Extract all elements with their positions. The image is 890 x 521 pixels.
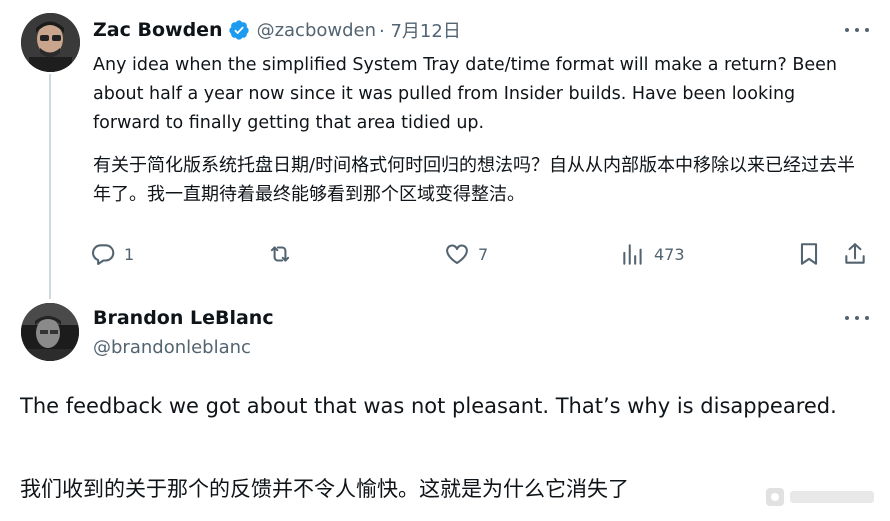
repost-button[interactable]	[267, 237, 301, 271]
watermark-icon	[766, 488, 874, 506]
reply-icon	[92, 244, 115, 265]
views-chart-icon	[623, 244, 642, 265]
tweet-timestamp[interactable]: · 7月12日	[379, 17, 461, 43]
author-handle[interactable]: @zacbowden	[257, 20, 376, 41]
tweet-translation: 我们收到的关于那个的反馈并不令人愉快。这就是为什么它消失了	[20, 477, 629, 501]
reply-count: 1	[124, 244, 135, 264]
author-name[interactable]: Brandon LeBlanc	[93, 307, 274, 329]
like-count: 7	[478, 244, 489, 264]
avatar-photo-icon	[21, 303, 79, 361]
repost-icon	[270, 246, 290, 262]
like-button[interactable]: 7	[444, 237, 488, 271]
avatar[interactable]	[21, 13, 80, 72]
tweet-text: Any idea when the simplified System Tray…	[93, 55, 837, 133]
view-count: 473	[654, 244, 685, 264]
avatar[interactable]	[21, 303, 79, 361]
verified-badge-icon	[228, 20, 249, 40]
tweet-action-bar: 1 7 473	[90, 237, 880, 271]
avatar-photo-icon	[21, 13, 80, 72]
heart-icon	[446, 244, 468, 265]
author-handle[interactable]: @brandonleblanc	[93, 337, 251, 358]
tweet-text: The feedback we got about that was not p…	[20, 394, 837, 418]
thread-connector-line	[49, 74, 51, 299]
views-button[interactable]: 473	[620, 237, 685, 271]
more-options-icon[interactable]	[845, 26, 869, 34]
share-icon	[845, 243, 865, 264]
author-name[interactable]: Zac Bowden	[93, 19, 223, 41]
more-options-icon[interactable]	[845, 314, 869, 322]
tweet-zac-bowden[interactable]: Zac Bowden @zacbowden · 7月12日 Any idea w…	[0, 0, 890, 299]
tweet-header: Zac Bowden @zacbowden · 7月12日	[93, 17, 461, 43]
tweet-translation: 有关于简化版系统托盘日期/时间格式何时回归的想法吗？自从从内部版本中移除以来已经…	[93, 155, 856, 205]
reply-button[interactable]: 1	[90, 237, 134, 271]
bookmark-button[interactable]	[796, 237, 822, 271]
bookmark-icon	[800, 243, 818, 265]
share-button[interactable]	[842, 237, 868, 271]
